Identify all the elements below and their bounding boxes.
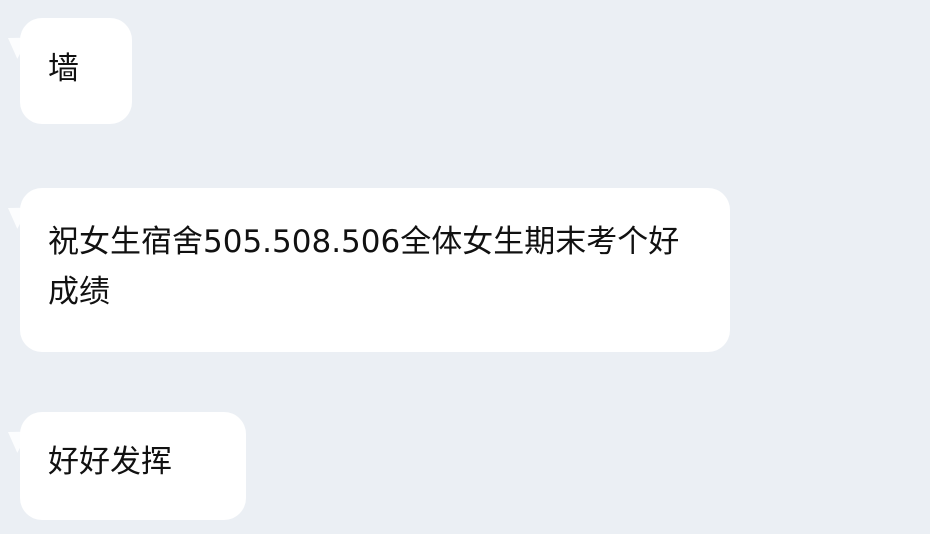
message-text: 墙: [48, 51, 79, 87]
message-text: 好好发挥: [48, 444, 172, 480]
chat-bubble[interactable]: 祝女生宿舍505.508.506全体女生期末考个好成绩: [20, 188, 730, 352]
chat-bubble[interactable]: 好好发挥: [20, 412, 246, 520]
chat-bubble[interactable]: 墙: [20, 18, 132, 124]
message-text: 祝女生宿舍505.508.506全体女生期末考个好成绩: [48, 224, 680, 310]
